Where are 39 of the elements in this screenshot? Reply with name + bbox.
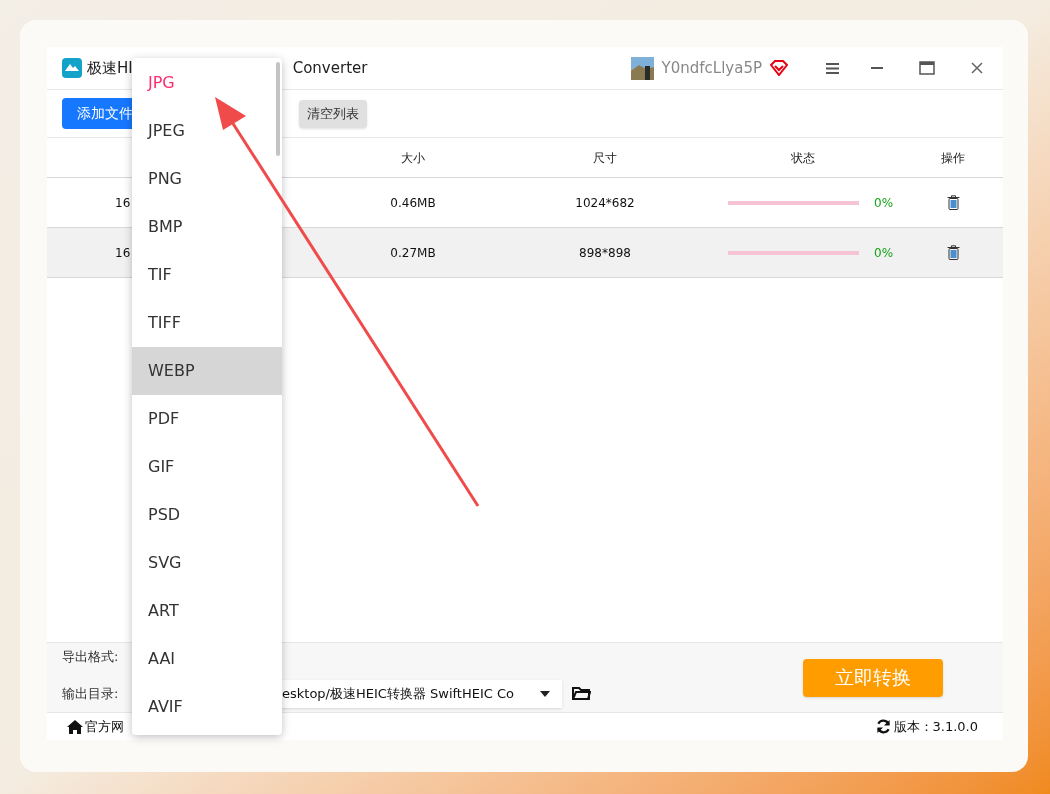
menu-icon[interactable] [826,62,839,74]
home-icon[interactable] [67,719,83,734]
app-title: 极速HI [87,57,133,79]
trash-icon[interactable] [946,195,960,210]
table-cell: 16 [115,245,131,260]
website-link[interactable]: 官方网 [85,716,124,737]
scrollbar[interactable] [276,62,280,156]
trash-icon[interactable] [946,245,960,260]
table-cell-text: 1024*682 [575,194,635,212]
folder-icon[interactable] [572,686,591,702]
close-icon[interactable] [971,62,983,74]
refresh-icon[interactable] [875,719,891,734]
field-label: 导出格式: [62,648,119,667]
version-text: 版本：3.1.0.0 [893,717,978,736]
field-label: 输出目录: [62,685,120,703]
column-header: 操作 [941,149,965,167]
menu-item[interactable]: WEBP [132,347,282,395]
menu-item[interactable]: ART [132,587,282,635]
maximize-icon[interactable] [919,61,935,75]
menu-item[interactable]: GIF [132,443,282,491]
diamond-heart-icon[interactable] [770,60,788,76]
app-title: Converter [292,57,368,79]
column-header: 尺寸 [593,149,617,167]
column-header: 大小 [401,149,425,167]
column-header: 状态 [791,149,815,167]
username[interactable]: Y0ndfcLlya5P [661,56,762,80]
menu-item[interactable]: SVG [132,539,282,587]
caret-icon [540,690,550,697]
menu-item[interactable]: PSD [132,491,282,539]
table-cell-text: 0.27MB [390,244,436,262]
menu-item[interactable]: PDF [132,395,282,443]
clear-list-button[interactable]: 清空列表 [299,99,367,128]
progress-text: 0% [874,194,894,212]
mountain-logo-icon [62,58,82,78]
progress-text: 0% [874,244,894,262]
menu-item[interactable]: TIFF [132,299,282,347]
table-cell-text: 898*898 [579,244,631,262]
table-cell-text: 0.46MB [390,194,436,212]
table-cell: 16 [115,195,131,210]
